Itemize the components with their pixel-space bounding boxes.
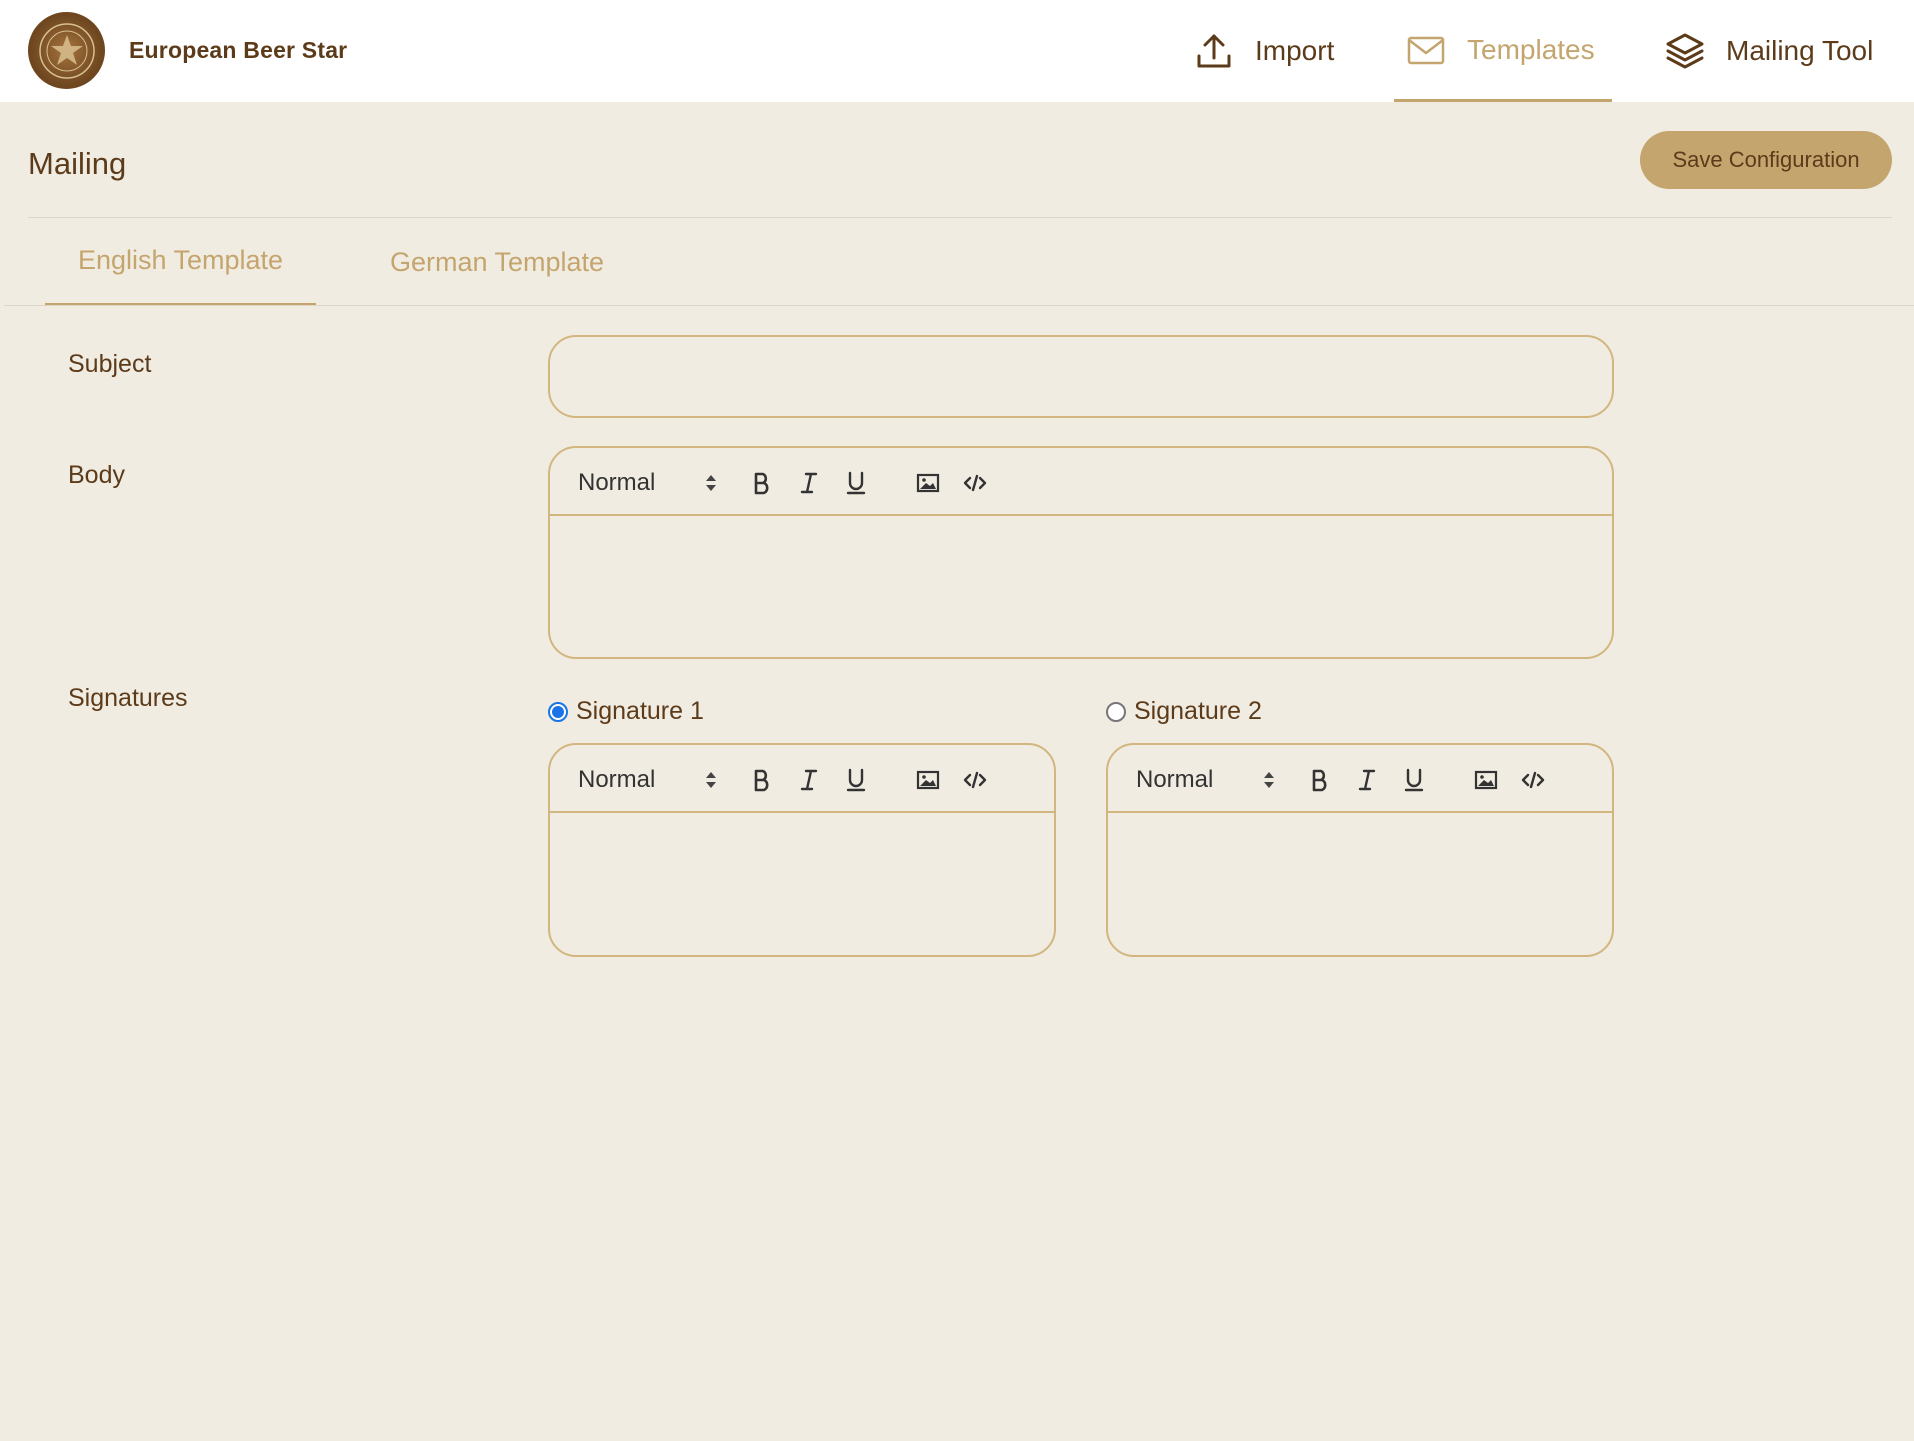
nav-templates[interactable]: Templates — [1394, 0, 1612, 102]
signature-2-option[interactable]: Signature 2 — [1106, 697, 1262, 726]
save-configuration-button[interactable]: Save Configuration — [1640, 131, 1892, 189]
sort-arrows-icon — [706, 772, 716, 788]
image-icon — [916, 770, 940, 790]
nav-mailing-tool[interactable]: Mailing Tool — [1664, 0, 1873, 102]
tabs-divider — [4, 305, 1914, 306]
bold-button[interactable] — [744, 762, 780, 798]
signature-2-label: Signature 2 — [1134, 697, 1262, 725]
code-icon — [963, 771, 987, 789]
format-select[interactable]: Normal — [578, 765, 718, 795]
format-select-value: Normal — [1136, 766, 1214, 793]
code-button[interactable] — [957, 762, 993, 798]
signature-2-radio[interactable] — [1106, 701, 1126, 722]
body-toolbar: Normal — [550, 448, 1612, 516]
layers-icon — [1664, 30, 1706, 72]
italic-icon — [800, 769, 818, 791]
bold-icon — [1312, 769, 1327, 792]
underline-button[interactable] — [838, 465, 874, 501]
italic-button[interactable] — [1349, 762, 1385, 798]
body-editor: Normal — [548, 446, 1614, 659]
underline-icon — [846, 768, 866, 792]
body-label: Body — [68, 461, 125, 489]
format-select-value: Normal — [578, 766, 656, 793]
envelope-icon — [1405, 29, 1447, 71]
signatures-label: Signatures — [68, 684, 188, 712]
bold-button[interactable] — [1302, 762, 1338, 798]
format-select[interactable]: Normal — [578, 468, 718, 498]
insert-image-button[interactable] — [910, 465, 946, 501]
bold-icon — [754, 472, 769, 495]
nav-templates-label: Templates — [1467, 33, 1595, 65]
italic-button[interactable] — [791, 465, 827, 501]
signature-2-toolbar: Normal — [1108, 745, 1612, 813]
bold-button[interactable] — [744, 465, 780, 501]
top-header: European Beer Star Import Templates Mail… — [0, 0, 1914, 102]
page-title: Mailing — [28, 146, 127, 181]
signature-2-editor-area[interactable] — [1108, 815, 1612, 955]
code-icon — [963, 474, 987, 492]
underline-button[interactable] — [838, 762, 874, 798]
nav-import[interactable]: Import — [1193, 0, 1334, 102]
nav-mailing-tool-label: Mailing Tool — [1726, 35, 1874, 66]
upload-icon — [1193, 30, 1235, 72]
format-select-value: Normal — [578, 469, 656, 496]
signature-1-option[interactable]: Signature 1 — [548, 697, 704, 726]
italic-icon — [1358, 769, 1376, 791]
brand-name: European Beer Star — [129, 37, 348, 63]
signature-2-editor: Normal — [1106, 743, 1614, 957]
underline-button[interactable] — [1396, 762, 1432, 798]
subject-label: Subject — [68, 350, 152, 378]
image-icon — [1474, 770, 1498, 790]
code-icon — [1521, 771, 1545, 789]
tab-german-template[interactable]: German Template — [360, 218, 634, 306]
signature-1-label: Signature 1 — [576, 697, 704, 725]
brand-logo[interactable] — [28, 12, 105, 89]
sort-arrows-icon — [1264, 772, 1274, 788]
signature-1-toolbar: Normal — [550, 745, 1054, 813]
template-tabs: English Template German Template — [0, 218, 1914, 308]
tab-english-template[interactable]: English Template — [45, 218, 316, 306]
code-button[interactable] — [957, 465, 993, 501]
signature-1-editor-area[interactable] — [550, 815, 1054, 955]
sort-arrows-icon — [706, 475, 716, 491]
insert-image-button[interactable] — [910, 762, 946, 798]
code-button[interactable] — [1515, 762, 1551, 798]
underline-icon — [1404, 768, 1424, 792]
underline-icon — [846, 471, 866, 495]
format-select[interactable]: Normal — [1136, 765, 1276, 795]
signature-1-editor: Normal — [548, 743, 1056, 957]
bold-icon — [754, 769, 769, 792]
italic-button[interactable] — [791, 762, 827, 798]
image-icon — [916, 473, 940, 493]
nav-import-label: Import — [1255, 35, 1335, 66]
italic-icon — [800, 472, 818, 494]
body-editor-area[interactable] — [550, 518, 1612, 657]
insert-image-button[interactable] — [1468, 762, 1504, 798]
beer-star-seal-icon — [38, 22, 95, 79]
signature-1-radio[interactable] — [548, 701, 568, 722]
subject-input[interactable] — [548, 335, 1614, 418]
